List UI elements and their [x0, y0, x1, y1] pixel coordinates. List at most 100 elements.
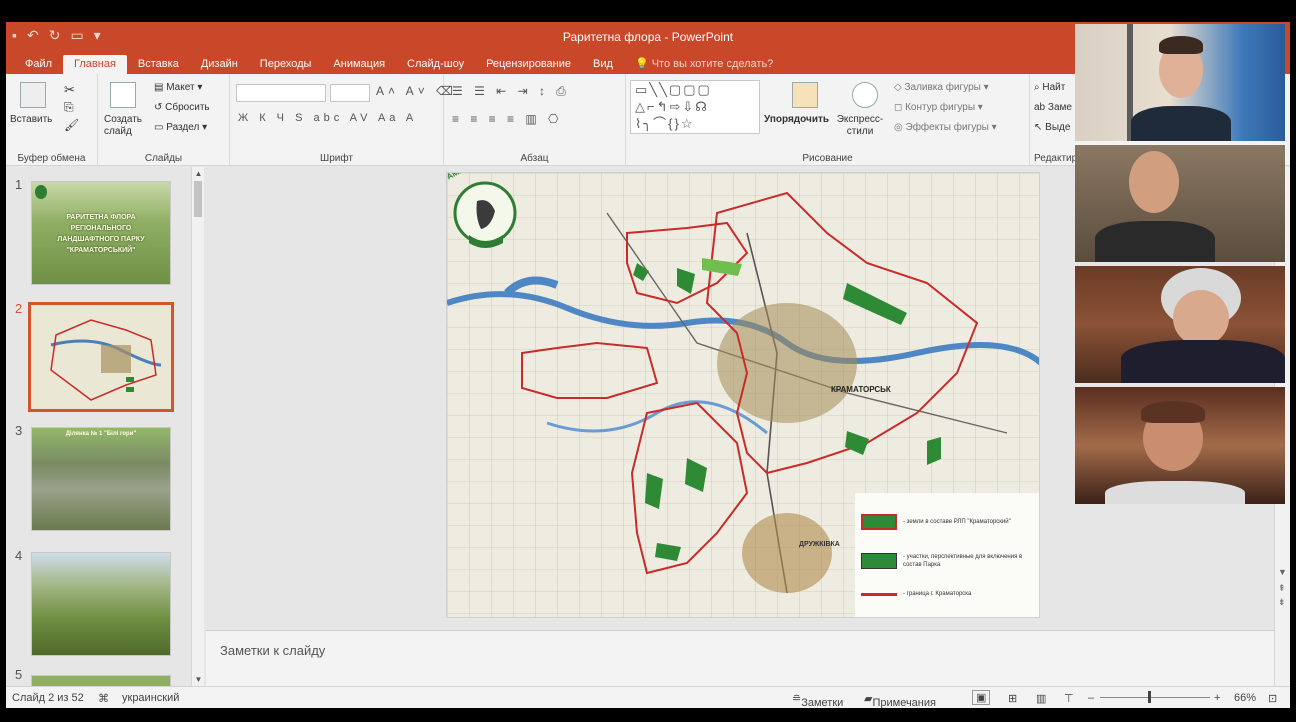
- slide-thumbnail-2-selected[interactable]: [28, 302, 174, 412]
- slide-thumbnail-4[interactable]: [31, 552, 171, 656]
- current-slide[interactable]: КРАМАТОРСЬКИЙ КРАМАТОРСЬК ДРУЖКІВКА - зе…: [446, 172, 1040, 618]
- legend-text: - граница г. Краматорска: [903, 591, 972, 597]
- tab-design[interactable]: Дизайн: [190, 55, 249, 74]
- tell-me-search[interactable]: 💡 Что вы хотите сделать?: [624, 54, 784, 74]
- video-tile: [1075, 387, 1285, 504]
- tab-transitions[interactable]: Переходы: [249, 55, 323, 74]
- zoom-slider[interactable]: [1100, 697, 1210, 698]
- shape-effects-button[interactable]: ◎ Эффекты фигуры ▾: [894, 122, 997, 133]
- tell-me-label: Что вы хотите сделать?: [651, 58, 774, 70]
- drawing-group-label: Рисование: [802, 153, 853, 164]
- reset-label: Сбросить: [165, 102, 210, 113]
- reading-view-icon[interactable]: ▥: [1036, 692, 1046, 705]
- zoom-in-icon[interactable]: +: [1214, 692, 1220, 704]
- font-family-select[interactable]: [236, 84, 326, 102]
- slide-thumbnail-3[interactable]: Ділянка № 1 "Білі гори": [31, 427, 171, 531]
- list-icons[interactable]: ☰ ☰ ⇤ ⇥ ↕ ⎙: [452, 84, 570, 99]
- group-paragraph: ☰ ☰ ⇤ ⇥ ↕ ⎙ ≡ ≡ ≡ ≡ ▥ ⎔ Абзац: [444, 74, 626, 166]
- section-button[interactable]: ▭ Раздел ▾: [154, 122, 207, 133]
- zoom-slider-thumb[interactable]: [1148, 691, 1151, 703]
- park-logo-icon: [35, 185, 47, 199]
- shape-outline-button[interactable]: ◻ Контур фигуры ▾: [894, 102, 983, 113]
- tab-insert[interactable]: Вставка: [127, 55, 190, 74]
- slide-counter: Слайд 2 из 52: [12, 692, 84, 704]
- find-label: Найт: [1042, 82, 1066, 93]
- new-slide-button[interactable]: Создать слайд: [104, 114, 150, 138]
- participant-face: [1173, 290, 1229, 346]
- find-button[interactable]: ⌕ Найт: [1034, 82, 1065, 93]
- legend-text: - земли в составе РЛП "Краматорский": [903, 519, 1011, 525]
- zoom-level[interactable]: 66%: [1234, 692, 1256, 704]
- video-tile: [1075, 266, 1285, 383]
- arrange-button[interactable]: Упорядочить: [764, 114, 829, 125]
- slide-sorter-icon[interactable]: ⊞: [1008, 692, 1017, 705]
- tab-file[interactable]: Файл: [14, 55, 63, 74]
- quick-styles-button[interactable]: Экспресс-стили: [832, 114, 888, 138]
- paste-icon[interactable]: [20, 82, 46, 108]
- shape-fill-button[interactable]: ◇ Заливка фигуры ▾: [894, 82, 989, 93]
- comments-button[interactable]: ▰ Примечания: [864, 692, 936, 708]
- prev-slide-icon[interactable]: ⇞: [1278, 583, 1286, 594]
- legend-item: - участки, перспективные для включения в…: [861, 539, 1037, 583]
- scroll-down-icon[interactable]: ▼: [1278, 567, 1287, 577]
- format-painter-icon[interactable]: 🖌: [64, 118, 79, 132]
- thumbnails-scrollbar[interactable]: ▲ ▼: [191, 167, 204, 686]
- shape-effects-label: Эффекты фигуры: [905, 122, 989, 133]
- thumb-number: 1: [15, 177, 23, 192]
- arrange-icon[interactable]: [792, 82, 818, 108]
- tab-animations[interactable]: Анимация: [322, 55, 396, 74]
- paste-button[interactable]: Вставить: [10, 114, 52, 125]
- tab-slideshow[interactable]: Слайд-шоу: [396, 55, 475, 74]
- participant-body: [1095, 221, 1215, 262]
- next-slide-icon[interactable]: ⇟: [1278, 597, 1286, 608]
- language-indicator[interactable]: украинский: [122, 692, 179, 704]
- scroll-up-icon[interactable]: ▲: [192, 169, 205, 178]
- thumb-number: 4: [15, 548, 23, 563]
- town-label: ДРУЖКІВКА: [799, 541, 840, 548]
- font-group-label: Шрифт: [320, 153, 353, 164]
- thumb-number: 5: [15, 667, 23, 682]
- shapes-gallery[interactable]: ▭╲╲▢▢▢ △⌐↰⇨⇩☊ ⌇╮⌒{}☆: [630, 80, 760, 134]
- slides-group-label: Слайды: [144, 153, 183, 164]
- scroll-thumb[interactable]: [194, 181, 202, 217]
- copy-icon[interactable]: ⎘: [64, 100, 74, 115]
- fit-slide-icon[interactable]: ⊡: [1268, 692, 1277, 705]
- select-button[interactable]: ↖ Выде: [1034, 122, 1070, 133]
- cut-icon[interactable]: ✂: [64, 82, 75, 98]
- tab-view[interactable]: Вид: [582, 55, 624, 74]
- status-bar: Слайд 2 из 52 ⌘ украинский ≘ Заметки ▰ П…: [6, 686, 1290, 708]
- shape-outline-label: Контур фигуры: [905, 102, 976, 113]
- notes-toggle-button[interactable]: ≘ Заметки: [792, 692, 843, 708]
- tab-home[interactable]: Главная: [63, 55, 127, 74]
- font-format-icons[interactable]: Ж К Ч S abc AV Aa A: [238, 112, 417, 124]
- notes-toggle-label: Заметки: [801, 697, 844, 708]
- layout-button[interactable]: ▤ Макет ▾: [154, 82, 202, 93]
- new-slide-icon[interactable]: [110, 82, 136, 108]
- scroll-down-icon[interactable]: ▼: [192, 675, 205, 684]
- align-icons[interactable]: ≡ ≡ ≡ ≡ ▥ ⎔: [452, 112, 563, 126]
- group-font: A˄ A˅ ⌫ Ж К Ч S abc AV Aa A Шрифт: [230, 74, 453, 166]
- normal-view-icon[interactable]: ▣: [972, 690, 991, 705]
- quick-styles-icon[interactable]: [852, 82, 878, 108]
- paragraph-group-label: Абзац: [520, 153, 549, 164]
- participant-face: [1129, 151, 1179, 213]
- clipboard-group-label: Буфер обмена: [17, 153, 86, 164]
- font-size-select[interactable]: [330, 84, 370, 102]
- zoom-out-icon[interactable]: –: [1088, 692, 1094, 704]
- notes-pane[interactable]: Заметки к слайду: [206, 630, 1274, 686]
- comments-label: Примечания: [872, 697, 936, 708]
- slide-thumbnail-1[interactable]: РАРИТЕТНА ФЛОРА РЕГІОНАЛЬНОГО ЛАНДШАФТНО…: [31, 181, 171, 285]
- select-label: Выде: [1045, 122, 1071, 133]
- reset-button[interactable]: ↺ Сбросить: [154, 102, 210, 113]
- spellcheck-icon[interactable]: ⌘: [98, 692, 109, 705]
- replace-button[interactable]: ab Заме: [1034, 102, 1072, 113]
- map-legend: - земли в составе РЛП "Краматорский" - у…: [861, 505, 1037, 605]
- thumb-number: 2: [15, 301, 23, 316]
- thumb-caption: Ділянка № 1 "Білі гори": [65, 431, 137, 437]
- participant-hair: [1141, 401, 1205, 423]
- participant-body: [1121, 340, 1285, 383]
- legend-swatch-park: [861, 514, 897, 530]
- group-slides: Создать слайд ▤ Макет ▾ ↺ Сбросить ▭ Раз…: [98, 74, 230, 166]
- slideshow-view-icon[interactable]: ⊤: [1064, 692, 1074, 705]
- tab-review[interactable]: Рецензирование: [475, 55, 582, 74]
